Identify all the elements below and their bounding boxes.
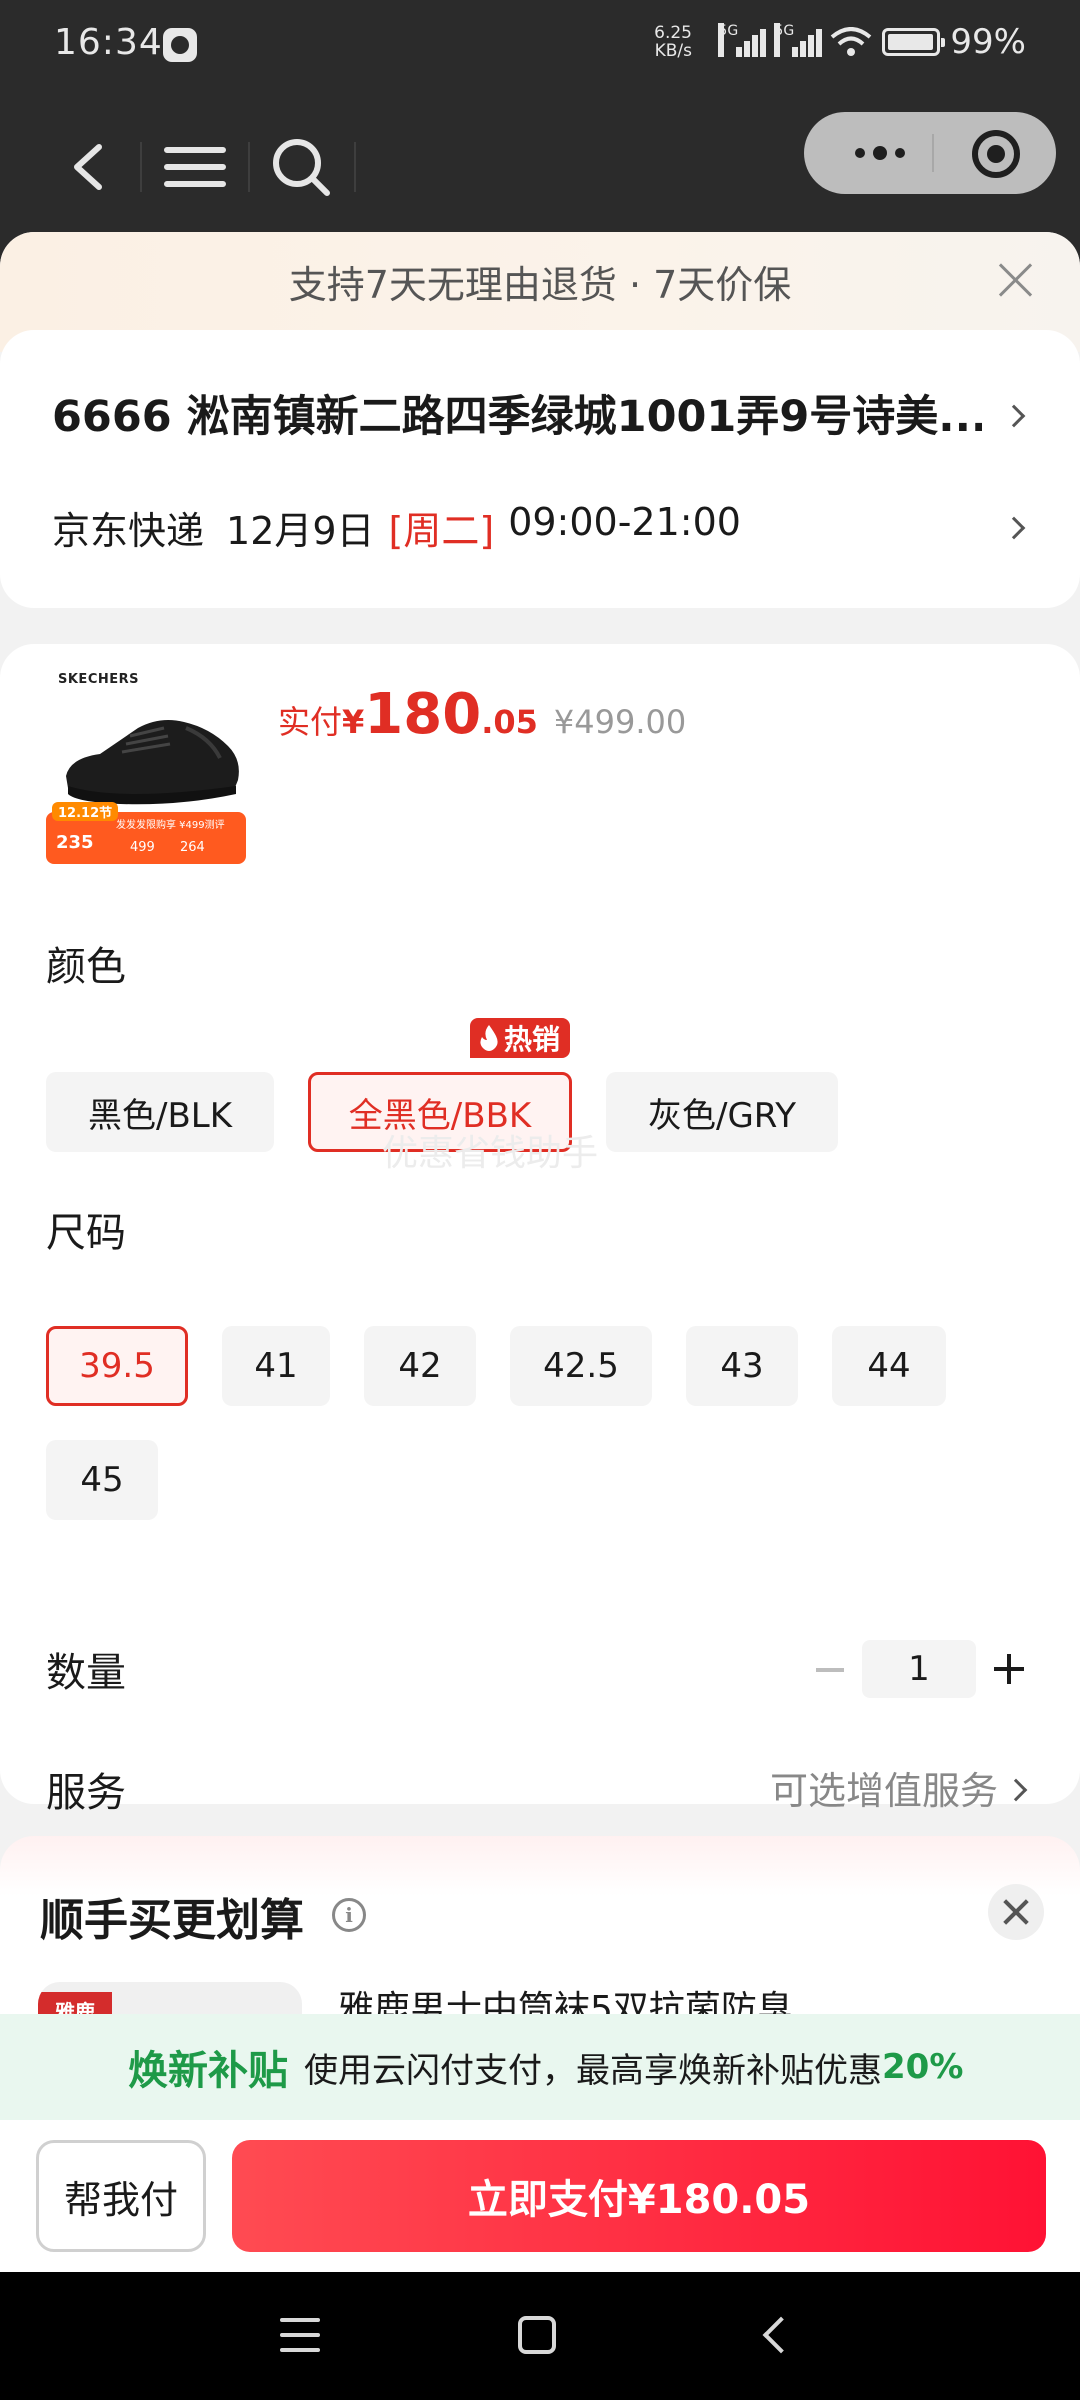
checkout-sheet: 支持7天无理由退货 · 7天价保 6666 淞南镇新二路四季绿城1001弄9号诗… bbox=[0, 232, 1080, 2272]
promo-text: 支持7天无理由退货 · 7天价保 bbox=[288, 263, 792, 307]
wifi-icon bbox=[831, 27, 872, 56]
recent-apps-icon[interactable] bbox=[280, 2318, 320, 2352]
subsidy-percent: 20% bbox=[882, 2047, 964, 2087]
status-indicators: 5G 5G 99% bbox=[718, 22, 1026, 62]
help-me-pay-button[interactable]: 帮我付 bbox=[36, 2140, 206, 2252]
nav-divider bbox=[354, 142, 356, 192]
size-option[interactable]: 44 bbox=[832, 1326, 946, 1406]
close-icon[interactable] bbox=[998, 262, 1034, 298]
back-icon[interactable] bbox=[762, 2316, 800, 2354]
quantity-value[interactable]: 1 bbox=[862, 1640, 976, 1698]
address-text: 6666 淞南镇新二路四季绿城1001弄9号诗美... bbox=[52, 392, 982, 442]
search-button[interactable] bbox=[256, 122, 346, 212]
original-price: ¥499.00 bbox=[553, 703, 687, 741]
watermark-text: 优惠省钱助手 bbox=[382, 1133, 599, 1174]
close-icon[interactable] bbox=[988, 1884, 1044, 1940]
carrier-label: 京东快递 bbox=[52, 509, 205, 553]
hot-sale-badge: 热销 bbox=[470, 1018, 571, 1058]
delivery-info[interactable]: 京东快递 12月9日 [周二] 09:00-21:00 bbox=[52, 500, 741, 555]
size-option[interactable]: 41 bbox=[222, 1326, 330, 1406]
quantity-increase-button[interactable] bbox=[994, 1654, 1024, 1684]
capsule-menu bbox=[804, 112, 1056, 194]
network-speed: 6.25 KB/s bbox=[654, 23, 692, 61]
quantity-label: 数量 bbox=[46, 1650, 126, 1696]
shoe-illustration bbox=[66, 720, 239, 805]
subsidy-text: 使用云闪付支付，最高享焕新补贴优惠 bbox=[304, 2050, 882, 2091]
status-bar: 16:34 6.25 KB/s 5G 5G 99% bbox=[0, 0, 1080, 92]
delivery-slot: 12月9日 [周二] 09:00-21:00 bbox=[226, 500, 741, 555]
badge-right-value: 264 bbox=[180, 840, 205, 855]
address-card[interactable]: 6666 淞南镇新二路四季绿城1001弄9号诗美... 京东快递 12月9日 [… bbox=[0, 330, 1080, 608]
subsidy-tag: 焕新补贴 bbox=[128, 2048, 288, 2094]
capsule-divider bbox=[932, 134, 934, 172]
badge-event: 12.12节 bbox=[52, 802, 119, 821]
size-option[interactable]: 42 bbox=[364, 1326, 476, 1406]
nav-divider bbox=[248, 142, 250, 192]
subsidy-banner[interactable]: 焕新补贴 使用云闪付支付，最高享焕新补贴优惠 20% bbox=[0, 2014, 1080, 2120]
size-option[interactable]: 45 bbox=[46, 1440, 158, 1520]
sim2-label: 5G bbox=[774, 23, 794, 57]
chevron-right-icon bbox=[1004, 1778, 1028, 1802]
flame-icon bbox=[480, 1025, 498, 1051]
home-icon[interactable] bbox=[518, 2316, 556, 2354]
menu-icon bbox=[164, 147, 226, 187]
service-label: 服务 bbox=[46, 1770, 126, 1816]
battery-level: 99% bbox=[950, 22, 1026, 62]
size-option[interactable]: 42.5 bbox=[510, 1326, 652, 1406]
badge-mid-value: 499 bbox=[130, 840, 155, 855]
pay-now-button[interactable]: 立即支付¥180.05 bbox=[232, 2140, 1046, 2252]
final-price-integer: 180 bbox=[364, 682, 482, 747]
info-icon[interactable]: i bbox=[332, 1898, 366, 1932]
price-row: 实付 ¥ 180 .05 ¥499.00 bbox=[278, 682, 686, 747]
quantity-decrease-button[interactable] bbox=[816, 1668, 844, 1672]
clock-app-icon bbox=[163, 28, 197, 62]
menu-button[interactable] bbox=[150, 122, 240, 212]
product-image: SKECHERS 12.12节 发发发限购享 ¥499测评 235 499 26… bbox=[46, 672, 246, 872]
delivery-date: 12月9日 bbox=[226, 509, 375, 553]
payment-bar: 帮我付 立即支付¥180.05 bbox=[0, 2120, 1080, 2272]
color-section-title: 颜色 bbox=[46, 944, 126, 990]
back-button[interactable] bbox=[44, 122, 134, 212]
chevron-right-icon bbox=[1002, 516, 1026, 540]
nav-divider bbox=[140, 142, 142, 192]
signal-icon-2: 5G bbox=[774, 23, 823, 57]
badge-left-value: 235 bbox=[56, 832, 94, 853]
size-option[interactable]: 43 bbox=[686, 1326, 798, 1406]
currency-symbol: ¥ bbox=[342, 703, 365, 741]
badge-top-text: 发发发限购享 ¥499测评 bbox=[116, 820, 225, 831]
signal-icon: 5G bbox=[718, 23, 767, 57]
close-mini-program-button[interactable] bbox=[972, 130, 1020, 178]
bundle-title: 顺手买更划算 bbox=[40, 1895, 304, 1946]
final-price-label: 实付 bbox=[278, 703, 343, 741]
chevron-right-icon bbox=[1002, 404, 1026, 428]
size-section-title: 尺码 bbox=[46, 1210, 126, 1256]
delivery-weekday: [周二] bbox=[388, 509, 495, 553]
service-option[interactable]: 可选增值服务 bbox=[770, 1760, 998, 1815]
system-nav-bar bbox=[0, 2272, 1080, 2400]
color-option[interactable]: 黑色/BLK bbox=[46, 1072, 274, 1152]
final-price-decimal: .05 bbox=[481, 703, 538, 741]
back-arrow-icon bbox=[74, 144, 102, 190]
battery-icon bbox=[882, 28, 946, 56]
search-icon bbox=[273, 139, 330, 196]
mini-program-nav bbox=[0, 92, 1080, 232]
size-option-selected[interactable]: 39.5 bbox=[46, 1326, 188, 1406]
hot-sale-label: 热销 bbox=[504, 1023, 561, 1056]
delivery-time-window: 09:00-21:00 bbox=[508, 500, 741, 544]
more-button[interactable] bbox=[840, 112, 920, 194]
brand-logo: SKECHERS bbox=[58, 672, 139, 687]
promo-price-badge: 12.12节 发发发限购享 ¥499测评 235 499 264 bbox=[46, 802, 246, 864]
sim1-label: 5G bbox=[718, 23, 738, 57]
status-time: 16:34 bbox=[54, 22, 163, 63]
color-option[interactable]: 灰色/GRY bbox=[606, 1072, 838, 1152]
product-card: SKECHERS 12.12节 发发发限购享 ¥499测评 235 499 26… bbox=[0, 644, 1080, 1816]
more-dots-icon bbox=[855, 148, 865, 158]
